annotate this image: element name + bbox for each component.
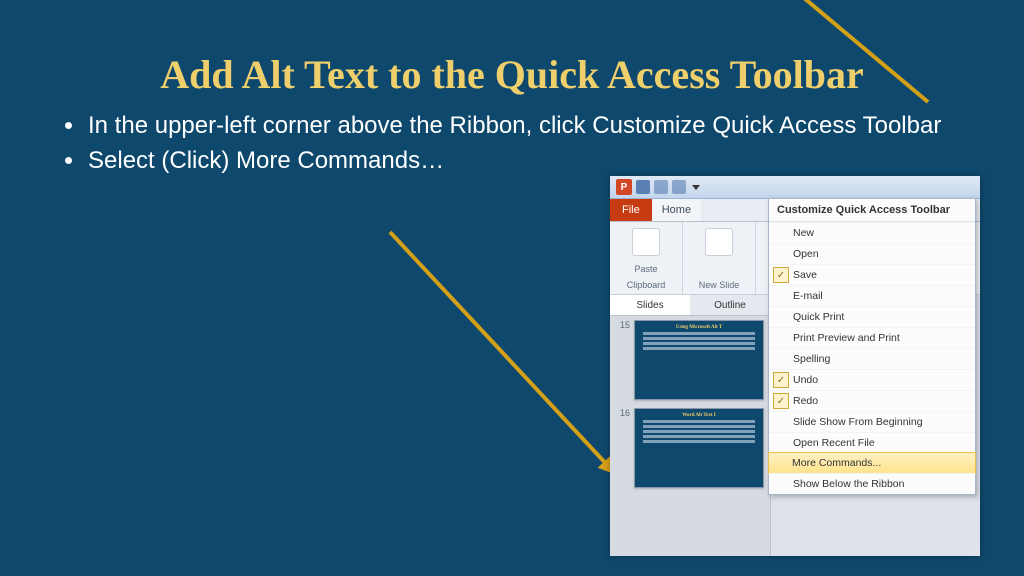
outline-tab: Outline (690, 295, 770, 315)
slide-preview: Using Microsoft Alt T (634, 320, 764, 400)
menu-item-label: Open (793, 248, 819, 260)
menu-header: Customize Quick Access Toolbar (769, 199, 975, 222)
menu-item[interactable]: More Commands... (768, 452, 976, 474)
powerpoint-icon: P (616, 179, 632, 195)
menu-item[interactable]: ✓ Undo (769, 369, 975, 390)
menu-item[interactable]: Spelling (769, 348, 975, 369)
check-icon: ✓ (773, 372, 789, 388)
slides-tab: Slides (610, 295, 690, 315)
slide-number: 16 (616, 408, 630, 488)
annotation-arrow (389, 231, 617, 475)
bullet-item: Select (Click) More Commands… (86, 147, 964, 176)
chevron-down-icon (692, 185, 700, 190)
menu-item-label: Redo (793, 395, 818, 407)
paste-label: Paste (616, 264, 676, 274)
menu-item[interactable]: Open (769, 243, 975, 264)
home-tab: Home (652, 199, 701, 221)
file-tab: File (610, 199, 652, 221)
new-slide-label: New Slide (689, 280, 749, 290)
redo-icon (672, 180, 686, 194)
menu-item-label: Print Preview and Print (793, 332, 900, 344)
menu-item-label: New (793, 227, 814, 239)
thumbnail-pane: Slides Outline 15 Using Microsoft Alt T … (610, 295, 771, 556)
preview-title: Using Microsoft Alt T (639, 325, 759, 330)
menu-item[interactable]: ✓ Redo (769, 390, 975, 411)
menu-item-label: More Commands... (792, 457, 881, 469)
menu-item-label: Spelling (793, 353, 830, 365)
menu-item[interactable]: Show Below the Ribbon (769, 473, 975, 494)
slide-thumbnail: 16 Word Alt Text I (616, 408, 764, 488)
menu-item[interactable]: Open Recent File (769, 432, 975, 453)
bullet-item: In the upper-left corner above the Ribbo… (86, 112, 964, 141)
qat-dropdown-menu: Customize Quick Access Toolbar New Open ✓ S… (768, 198, 976, 495)
menu-item[interactable]: E-mail (769, 285, 975, 306)
menu-item[interactable]: Quick Print (769, 306, 975, 327)
menu-item-label: Open Recent File (793, 437, 875, 449)
slide-thumbnail: 15 Using Microsoft Alt T (616, 320, 764, 400)
slide-preview: Word Alt Text I (634, 408, 764, 488)
menu-item[interactable]: New (769, 222, 975, 243)
powerpoint-screenshot: P File Home Paste Clipboard New Slide Sl… (610, 176, 980, 556)
check-icon: ✓ (773, 267, 789, 283)
menu-item[interactable]: Slide Show From Beginning (769, 411, 975, 432)
menu-item[interactable]: ✓ Save (769, 264, 975, 285)
menu-item-label: Quick Print (793, 311, 844, 323)
bullet-list: In the upper-left corner above the Ribbo… (62, 112, 964, 182)
quick-access-toolbar: P (610, 176, 980, 199)
menu-item-label: Save (793, 269, 817, 281)
paste-icon (632, 228, 660, 256)
clipboard-group: Paste Clipboard (610, 222, 683, 294)
menu-item-label: Undo (793, 374, 818, 386)
save-icon (636, 180, 650, 194)
new-slide-icon (705, 228, 733, 256)
slide-title: Add Alt Text to the Quick Access Toolbar (0, 51, 1024, 98)
menu-item[interactable]: Print Preview and Print (769, 327, 975, 348)
clipboard-label: Clipboard (616, 280, 676, 290)
menu-item-label: E-mail (793, 290, 823, 302)
slides-group: New Slide (683, 222, 756, 294)
slide-number: 15 (616, 320, 630, 400)
check-icon: ✓ (773, 393, 789, 409)
undo-icon (654, 180, 668, 194)
menu-item-label: Slide Show From Beginning (793, 416, 923, 428)
menu-item-label: Show Below the Ribbon (793, 478, 905, 490)
preview-title: Word Alt Text I (639, 413, 759, 418)
